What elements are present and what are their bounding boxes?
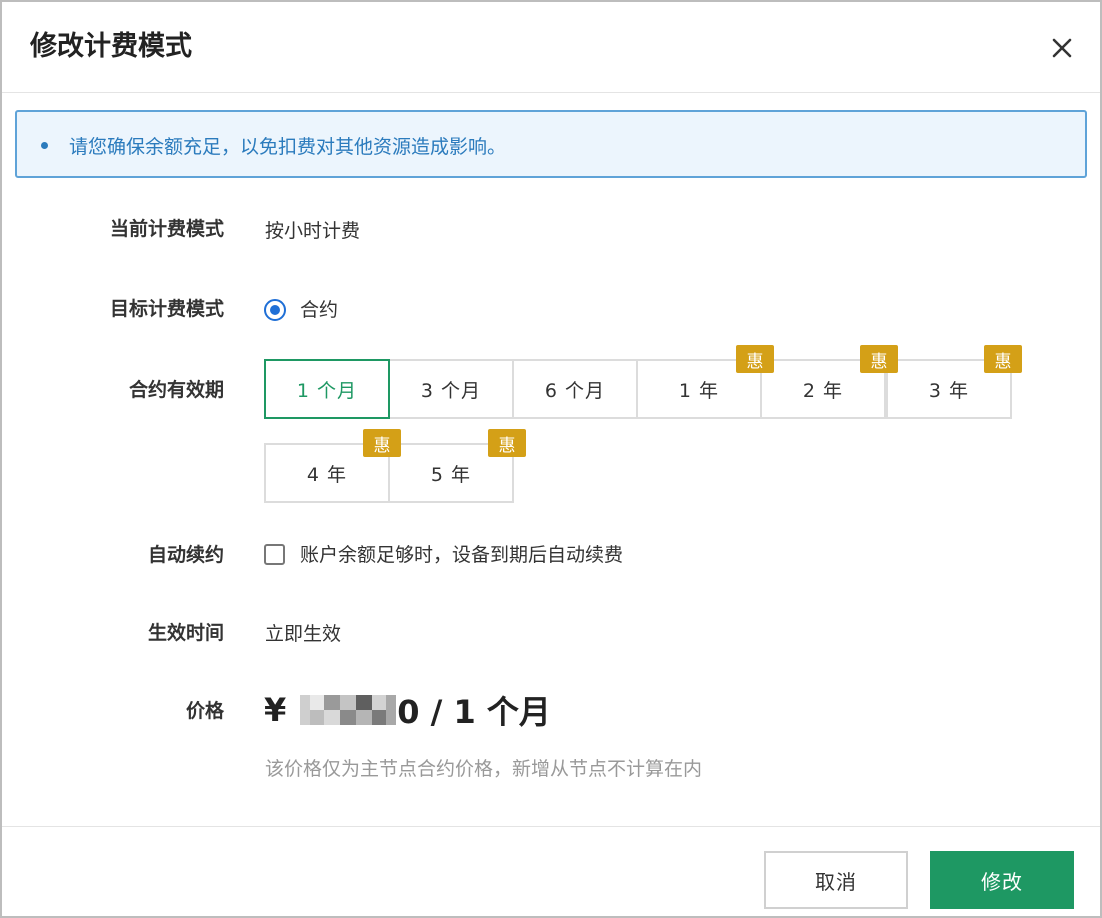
auto-renew-text[interactable]: 账户余额足够时，设备到期后自动续费 xyxy=(300,540,623,567)
current-mode-value: 按小时计费 xyxy=(265,220,361,242)
contract-radio[interactable] xyxy=(264,299,286,321)
period-option-label: 5 年 xyxy=(430,463,472,486)
effective-time-label: 生效时间 xyxy=(147,622,224,644)
auto-renew-checkbox[interactable] xyxy=(264,544,285,565)
period-option-label: 1 年 xyxy=(678,379,720,402)
redacted-price-mosaic xyxy=(300,695,397,725)
confirm-button[interactable]: 修改 xyxy=(930,851,1074,909)
target-mode-label: 目标计费模式 xyxy=(109,298,224,320)
price-amount: 0 / 1 个月 xyxy=(397,693,551,731)
notice-text: 请您确保余额充足，以免扣费对其他资源造成影响。 xyxy=(69,136,507,158)
dialog-header: 修改计费模式 xyxy=(2,2,1100,93)
period-option-label: 6 个月 xyxy=(544,379,606,402)
close-icon[interactable] xyxy=(1048,34,1076,62)
discount-badge: 惠 xyxy=(363,429,401,457)
cancel-button[interactable]: 取消 xyxy=(764,851,908,909)
change-billing-dialog: 修改计费模式 请您确保余额充足，以免扣费对其他资源造成影响。 当前计费模式 按小… xyxy=(0,0,1102,918)
period-option-3-months[interactable]: 3 个月 xyxy=(388,359,514,419)
price-currency: ¥ xyxy=(264,691,287,729)
discount-badge: 惠 xyxy=(984,345,1022,373)
effective-time-value: 立即生效 xyxy=(265,623,342,645)
discount-badge: 惠 xyxy=(860,345,898,373)
period-option-6-months[interactable]: 6 个月 xyxy=(512,359,638,419)
period-option-label: 2 年 xyxy=(802,379,844,402)
price-label: 价格 xyxy=(185,700,224,722)
current-mode-label: 当前计费模式 xyxy=(109,218,224,240)
period-option-label: 3 个月 xyxy=(420,379,482,402)
price-display: ¥ 0 / 1 个月 xyxy=(264,688,551,732)
dialog-footer: 取消 修改 xyxy=(2,826,1100,916)
period-option-label: 3 年 xyxy=(928,379,970,402)
price-note: 该价格仅为主节点合约价格，新增从节点不计算在内 xyxy=(265,758,703,780)
contract-radio-label[interactable]: 合约 xyxy=(300,295,338,322)
period-option-label: 4 年 xyxy=(306,463,348,486)
dialog-title: 修改计费模式 xyxy=(30,31,192,62)
auto-renew-label: 自动续约 xyxy=(147,544,224,566)
period-option-label: 1 个月 xyxy=(296,379,358,402)
discount-badge: 惠 xyxy=(488,429,526,457)
balance-notice: 请您确保余额充足，以免扣费对其他资源造成影响。 xyxy=(15,110,1087,178)
period-label: 合约有效期 xyxy=(128,379,224,401)
period-option-1-month[interactable]: 1 个月 xyxy=(264,359,390,419)
bullet-icon xyxy=(41,142,48,149)
discount-badge: 惠 xyxy=(736,345,774,373)
